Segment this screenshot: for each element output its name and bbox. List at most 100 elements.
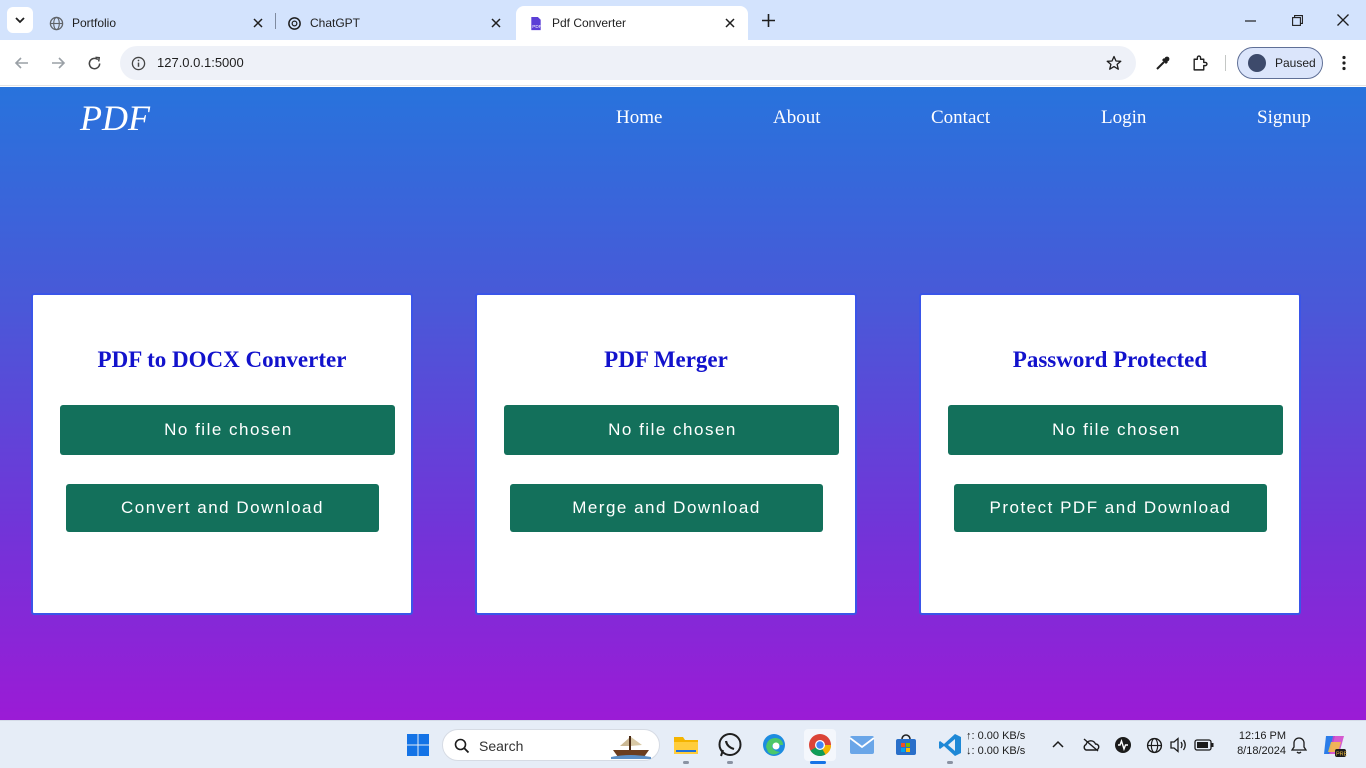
profile-button[interactable]: Paused bbox=[1237, 47, 1323, 79]
file-input[interactable]: No file chosen bbox=[60, 405, 395, 455]
nav-about[interactable]: About bbox=[773, 107, 821, 129]
edge-taskbar-button[interactable] bbox=[760, 731, 788, 759]
whatsapp-taskbar-button[interactable] bbox=[716, 731, 744, 759]
svg-text:PDF: PDF bbox=[532, 24, 541, 29]
bell-icon bbox=[1291, 737, 1307, 754]
store-bag-icon bbox=[896, 734, 916, 755]
convert-download-button[interactable]: Convert and Download bbox=[66, 484, 379, 532]
running-indicator bbox=[683, 761, 689, 764]
reload-icon bbox=[88, 56, 100, 69]
restore-button[interactable] bbox=[1287, 10, 1307, 30]
waveform-icon bbox=[1115, 737, 1131, 753]
file-input-label: No file chosen bbox=[164, 420, 293, 439]
close-tab-icon[interactable] bbox=[488, 15, 504, 31]
cloud-offline-icon bbox=[1083, 738, 1100, 752]
whatsapp-icon bbox=[718, 733, 742, 757]
tab-strip: Portfolio ChatGPT PDF Pdf Converter bbox=[0, 0, 1366, 40]
extensions-button[interactable] bbox=[1188, 52, 1210, 74]
audio-tray-icon[interactable] bbox=[1110, 731, 1136, 759]
tab-portfolio[interactable]: Portfolio bbox=[36, 6, 276, 40]
new-tab-button[interactable] bbox=[758, 10, 778, 30]
tab-chatgpt[interactable]: ChatGPT bbox=[274, 6, 514, 40]
forward-button[interactable] bbox=[47, 52, 69, 74]
mail-icon bbox=[849, 736, 875, 754]
running-indicator bbox=[947, 761, 953, 764]
puzzle-icon bbox=[1192, 54, 1208, 71]
profile-status: Paused bbox=[1275, 56, 1316, 70]
nav-home[interactable]: Home bbox=[616, 107, 662, 129]
nav-login[interactable]: Login bbox=[1101, 107, 1146, 129]
mail-taskbar-button[interactable] bbox=[848, 731, 876, 759]
file-explorer-taskbar-button[interactable] bbox=[672, 731, 700, 759]
eyedropper-extension-button[interactable] bbox=[1152, 52, 1174, 74]
pdf-icon: PDF bbox=[528, 15, 544, 31]
nav-contact[interactable]: Contact bbox=[931, 107, 990, 129]
kebab-menu-icon bbox=[1342, 55, 1346, 71]
show-hidden-icons-button[interactable] bbox=[1045, 731, 1071, 759]
avatar bbox=[1248, 54, 1266, 72]
chrome-taskbar-button[interactable] bbox=[804, 729, 836, 761]
chrome-icon bbox=[809, 734, 831, 756]
volume-tray-icon[interactable] bbox=[1166, 731, 1192, 759]
upload-speed: ↑: 0.00 KB/s bbox=[966, 730, 1026, 742]
search-highlight-ship-icon bbox=[611, 736, 651, 759]
close-window-button[interactable] bbox=[1333, 10, 1353, 30]
search-icon bbox=[454, 738, 470, 754]
pdf-converter-page: PDF Home About Contact Login Signup PDF … bbox=[0, 87, 1366, 720]
start-button[interactable] bbox=[404, 731, 432, 759]
store-taskbar-button[interactable] bbox=[892, 731, 920, 759]
card-title: Password Protected bbox=[1012, 347, 1208, 372]
address-bar[interactable]: 127.0.0.1:5000 bbox=[120, 46, 1136, 80]
vscode-taskbar-button[interactable] bbox=[936, 731, 964, 759]
close-tab-icon[interactable] bbox=[250, 15, 266, 31]
bookmark-star-icon[interactable] bbox=[1106, 55, 1122, 71]
edge-browser-icon bbox=[763, 734, 785, 756]
restore-icon bbox=[1291, 14, 1303, 26]
download-speed: ↓: 0.00 KB/s bbox=[966, 745, 1026, 757]
taskbar-search[interactable]: Search bbox=[442, 729, 660, 761]
notifications-button[interactable] bbox=[1286, 731, 1312, 759]
file-input-label: No file chosen bbox=[1052, 420, 1181, 439]
arrow-right-icon bbox=[52, 57, 66, 69]
url-text: 127.0.0.1:5000 bbox=[157, 55, 244, 70]
protect-download-button[interactable]: Protect PDF and Download bbox=[954, 484, 1267, 532]
clock-date: 8/18/2024 bbox=[1237, 745, 1286, 757]
plus-icon bbox=[761, 13, 775, 27]
close-tab-icon[interactable] bbox=[722, 15, 738, 31]
file-input-label: No file chosen bbox=[608, 420, 737, 439]
network-tray-icon[interactable] bbox=[1141, 731, 1167, 759]
back-button[interactable] bbox=[11, 52, 33, 74]
minimize-button[interactable] bbox=[1240, 10, 1260, 30]
merge-download-button[interactable]: Merge and Download bbox=[510, 484, 823, 532]
network-speed-widget: ↑: 0.00 KB/s ↓: 0.00 KB/s bbox=[966, 729, 1025, 759]
file-input[interactable]: No file chosen bbox=[504, 405, 839, 455]
onedrive-tray-icon[interactable] bbox=[1078, 731, 1104, 759]
site-info-icon[interactable] bbox=[131, 56, 146, 71]
svg-text:PRE: PRE bbox=[1336, 752, 1347, 758]
arrow-left-icon bbox=[14, 57, 28, 69]
chevron-up-icon bbox=[1052, 740, 1064, 748]
copilot-button[interactable]: PRE bbox=[1320, 731, 1348, 759]
speaker-icon bbox=[1170, 737, 1186, 753]
toolbar-divider bbox=[1225, 55, 1226, 71]
globe-icon bbox=[48, 15, 64, 31]
pdf-to-docx-card: PDF to DOCX Converter No file chosen Con… bbox=[31, 293, 413, 615]
copilot-icon: PRE bbox=[1324, 736, 1347, 758]
minimize-icon bbox=[1244, 19, 1256, 22]
running-indicator bbox=[727, 761, 733, 764]
browser-menu-button[interactable] bbox=[1333, 52, 1355, 74]
vscode-icon bbox=[939, 734, 961, 756]
tab-pdf-converter[interactable]: PDF Pdf Converter bbox=[516, 6, 748, 40]
tab-search-button[interactable] bbox=[7, 7, 33, 33]
card-title: PDF Merger bbox=[604, 347, 728, 372]
file-input[interactable]: No file chosen bbox=[948, 405, 1283, 455]
site-logo[interactable]: PDF bbox=[80, 97, 150, 139]
nav-signup[interactable]: Signup bbox=[1257, 107, 1311, 129]
tab-title: Portfolio bbox=[72, 16, 117, 30]
battery-tray-icon[interactable] bbox=[1191, 731, 1217, 759]
system-clock[interactable]: 12:16 PM 8/18/2024 bbox=[1222, 729, 1286, 759]
reload-button[interactable] bbox=[83, 52, 105, 74]
globe-network-icon bbox=[1146, 737, 1162, 753]
windows-taskbar: Search ↑: 0.00 KB/s ↓: 0.00 KB/s 12:16 P… bbox=[0, 720, 1366, 768]
browser-toolbar: 127.0.0.1:5000 Paused bbox=[0, 40, 1366, 86]
